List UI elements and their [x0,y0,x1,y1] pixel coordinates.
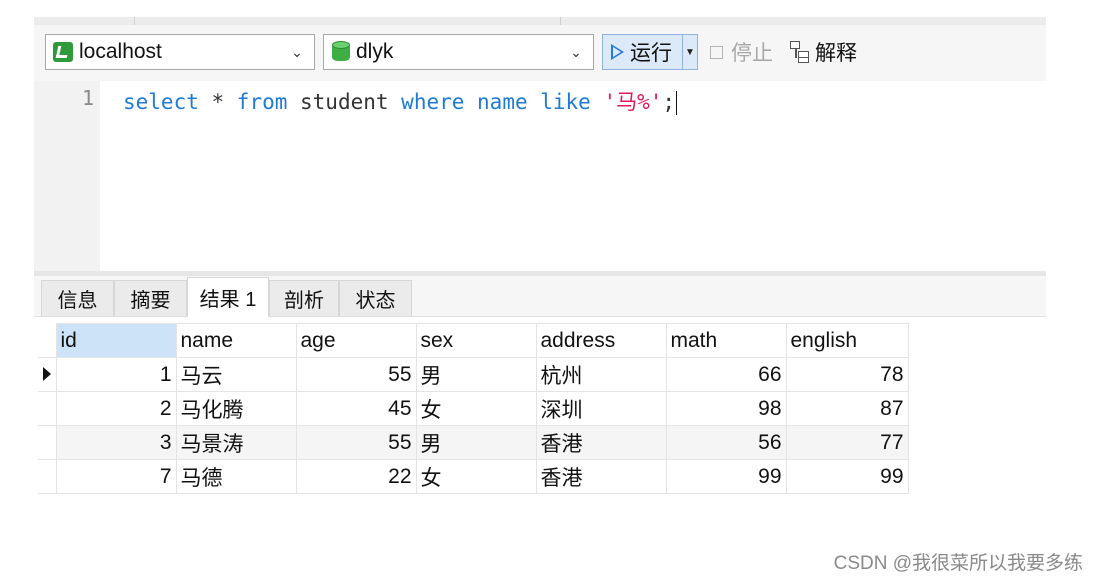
watermark-text: CSDN @我很菜所以我要多练 [833,553,1083,574]
sql-editor[interactable]: 1 select * from student where name like … [34,81,1046,271]
database-icon [332,41,350,63]
cell-address[interactable]: 杭州 [535,357,667,392]
cell-name[interactable]: 马化腾 [175,391,297,426]
cell-age[interactable]: 45 [295,391,417,426]
result-tabs: 信息 摘要 结果 1 剖析 状态 [34,276,1046,317]
row-marker [38,425,57,460]
column-header-sex[interactable]: sex [415,323,537,358]
chevron-down-icon: ⌄ [570,43,582,60]
operator-star: * [198,90,237,114]
tab-result-1[interactable]: 结果 1 [187,277,269,317]
table-identifier: student [287,90,402,114]
keyword-from: from [236,90,288,114]
cell-age[interactable]: 22 [295,459,417,494]
strip-divider [134,17,135,25]
column-identifier: name [464,90,541,114]
keyword-where: where [401,90,465,114]
tab-summary[interactable]: 摘要 [114,280,187,316]
connection-icon [53,42,73,62]
row-marker [38,391,57,426]
cell-name[interactable]: 马云 [175,357,297,392]
run-button[interactable]: 运行 [602,34,683,70]
keyword-like: like [540,90,591,114]
strip-divider [560,17,561,25]
cell-english[interactable]: 78 [785,357,909,392]
column-header-id[interactable]: id [55,323,177,358]
cell-id[interactable]: 3 [55,425,177,460]
result-grid-area: id name age sex address math english 1 马… [34,317,1046,558]
cell-address[interactable]: 深圳 [535,391,667,426]
table-row[interactable]: 1 马云 55 男 杭州 66 78 [38,357,909,392]
run-options-dropdown[interactable]: ▼ [683,34,698,70]
explain-button[interactable]: 解释 [790,34,857,70]
column-header-age[interactable]: age [295,323,417,358]
cell-math[interactable]: 56 [665,425,787,460]
cell-name[interactable]: 马德 [175,459,297,494]
cell-id[interactable]: 1 [55,357,177,392]
table-row[interactable]: 2 马化腾 45 女 深圳 98 87 [38,391,909,426]
cell-id[interactable]: 2 [55,391,177,426]
cell-sex[interactable]: 女 [415,391,537,426]
cell-name[interactable]: 马景涛 [175,425,297,460]
explain-icon [790,41,810,63]
cell-age[interactable]: 55 [295,357,417,392]
chevron-down-icon: ⌄ [291,43,303,60]
cell-math[interactable]: 99 [665,459,787,494]
cell-age[interactable]: 55 [295,425,417,460]
cell-english[interactable]: 77 [785,425,909,460]
column-header-name[interactable]: name [175,323,297,358]
cell-sex[interactable]: 女 [415,459,537,494]
header-row: id name age sex address math english [38,323,909,358]
cell-math[interactable]: 66 [665,357,787,392]
caret-down-icon: ▼ [685,46,695,58]
stop-button-label: 停止 [731,42,773,65]
top-tab-strip [34,17,1046,25]
table-row[interactable]: 3 马景涛 55 男 香港 56 77 [38,425,909,460]
stop-icon [710,45,723,59]
connection-select-value: localhost [79,40,162,63]
current-row-marker [38,357,57,392]
tab-status[interactable]: 状态 [339,280,412,316]
query-toolbar: localhost ⌄ dlyk ⌄ 运行 ▼ 停止 解释 [34,25,1046,81]
cell-address[interactable]: 香港 [535,459,667,494]
column-header-address[interactable]: address [535,323,667,358]
line-gutter: 1 [34,81,100,271]
run-button-label: 运行 [630,42,672,65]
cell-id[interactable]: 7 [55,459,177,494]
result-grid: id name age sex address math english 1 马… [38,323,909,494]
table-row[interactable]: 7 马德 22 女 香港 99 99 [38,459,909,494]
connection-select[interactable]: localhost ⌄ [45,34,315,70]
column-header-math[interactable]: math [665,323,787,358]
cell-english[interactable]: 99 [785,459,909,494]
database-select[interactable]: dlyk ⌄ [323,34,594,70]
row-pointer-icon [42,366,51,381]
tab-info[interactable]: 信息 [41,280,114,316]
line-number: 1 [81,86,94,110]
row-marker-header [38,323,56,358]
text-cursor [676,91,678,115]
tab-profile[interactable]: 剖析 [269,280,339,316]
column-header-english[interactable]: english [785,323,909,358]
explain-button-label: 解释 [815,42,857,65]
keyword-select: select [123,90,199,114]
string-literal: '马%' [603,90,663,114]
play-icon [611,44,624,60]
database-select-value: dlyk [356,40,394,63]
row-marker [38,459,57,494]
stop-button[interactable]: 停止 [710,34,773,70]
cell-english[interactable]: 87 [785,391,909,426]
cell-sex[interactable]: 男 [415,357,537,392]
cell-sex[interactable]: 男 [415,425,537,460]
semicolon: ; [662,90,676,114]
cell-math[interactable]: 98 [665,391,787,426]
sql-code-line[interactable]: select * from student where name like '马… [123,86,678,116]
cell-address[interactable]: 香港 [535,425,667,460]
